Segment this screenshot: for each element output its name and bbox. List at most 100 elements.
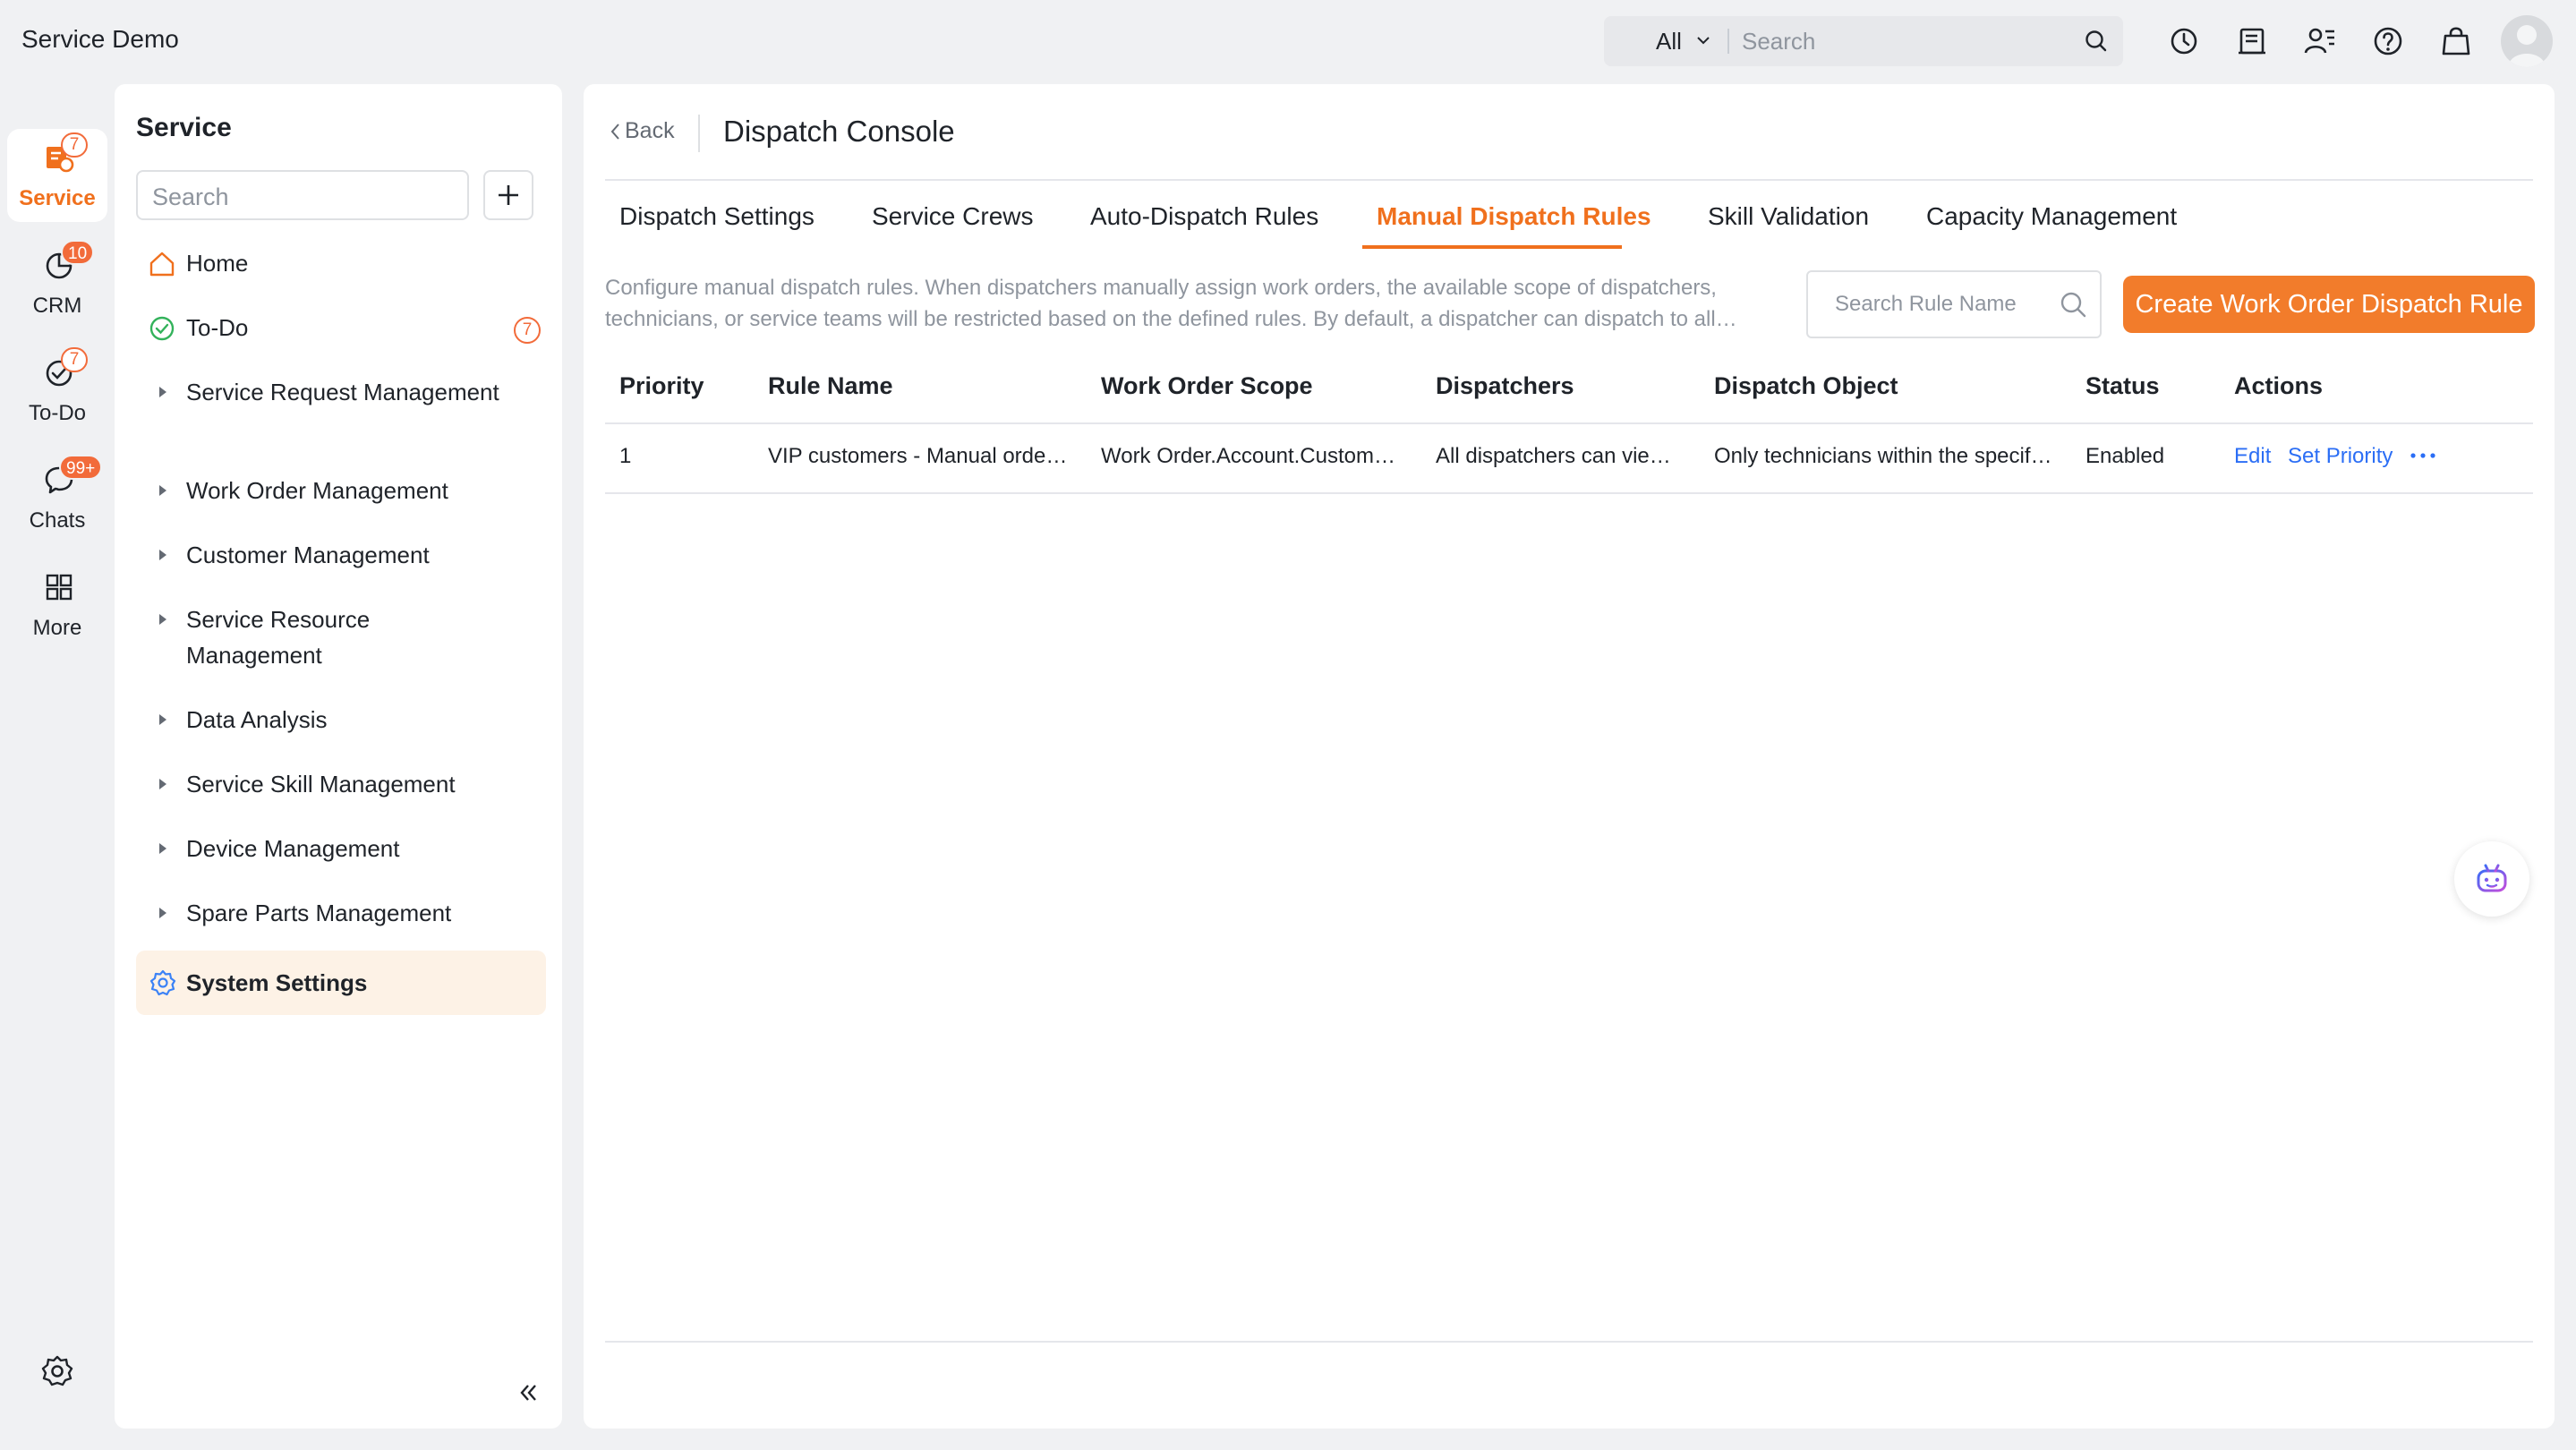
store-icon[interactable] xyxy=(2438,23,2474,59)
cell-dispatchers: All dispatchers can vie… xyxy=(1436,444,1671,468)
rail-label-chats: Chats xyxy=(29,508,86,533)
sidebar-item-service-skill-management[interactable]: Service Skill Management xyxy=(136,766,546,802)
robot-icon xyxy=(2477,864,2507,892)
sidebar-item-label: Service Request Management xyxy=(186,379,499,405)
sidebar-item-device-management[interactable]: Device Management xyxy=(136,831,546,866)
column-header-rule-name: Rule Name xyxy=(768,372,893,399)
history-icon[interactable] xyxy=(2166,23,2202,59)
sidebar-item-label: Device Management xyxy=(186,835,400,862)
table-footer-divider xyxy=(605,1341,2533,1343)
divider xyxy=(1727,29,1729,54)
notes-icon[interactable] xyxy=(2234,23,2270,59)
table-row-divider xyxy=(605,492,2533,494)
service-badge: 7 xyxy=(61,132,88,158)
rail-item-todo[interactable]: 7 To-Do xyxy=(7,344,107,437)
sidebar-item-label: Work Order Management xyxy=(186,477,448,504)
ai-assistant-button[interactable] xyxy=(2454,841,2529,917)
service-sidebar: Service Search Home To-Do 7 Service Requ… xyxy=(115,84,562,1429)
column-header-priority: Priority xyxy=(619,372,704,399)
tab-service-crews[interactable]: Service Crews xyxy=(872,202,1033,231)
caret-right-icon xyxy=(159,714,166,725)
sidebar-item-customer-management[interactable]: Customer Management xyxy=(136,537,546,573)
sidebar-item-work-order-management[interactable]: Work Order Management xyxy=(136,473,546,508)
sidebar-item-service-request-management[interactable]: Service Request Management xyxy=(136,374,546,448)
sidebar-title: Service xyxy=(136,113,232,142)
caret-right-icon xyxy=(159,387,166,397)
sidebar-item-label: System Settings xyxy=(186,969,368,996)
main-panel: Back Dispatch Console Dispatch Settings … xyxy=(584,84,2555,1429)
check-circle-icon xyxy=(149,316,175,341)
sidebar-item-spare-parts-management[interactable]: Spare Parts Management xyxy=(136,895,546,931)
column-header-dispatch-object: Dispatch Object xyxy=(1714,372,1898,399)
search-scope-select[interactable]: All xyxy=(1656,28,1682,55)
user-icon xyxy=(2508,25,2546,67)
caret-right-icon xyxy=(159,485,166,496)
global-search[interactable]: All Search xyxy=(1604,16,2123,66)
column-header-status: Status xyxy=(2086,372,2160,399)
cell-status: Enabled xyxy=(2086,444,2165,468)
rail-item-crm[interactable]: 10 CRM xyxy=(7,236,107,329)
settings-gear-icon[interactable] xyxy=(39,1353,75,1389)
app-name: Service Demo xyxy=(21,25,179,53)
crm-badge: 10 xyxy=(61,240,95,265)
column-header-work-order-scope: Work Order Scope xyxy=(1101,372,1313,399)
rail-label-crm: CRM xyxy=(32,294,82,318)
create-dispatch-rule-button[interactable]: Create Work Order Dispatch Rule xyxy=(2123,276,2535,333)
grid-icon xyxy=(46,574,73,601)
home-icon xyxy=(149,252,175,277)
sidebar-item-data-analysis[interactable]: Data Analysis xyxy=(136,702,546,738)
set-priority-link[interactable]: Set Priority xyxy=(2288,444,2393,469)
rail-label-todo: To-Do xyxy=(28,401,87,425)
rail-label-service: Service xyxy=(19,186,96,210)
cell-rule-name: VIP customers - Manual orde… xyxy=(768,444,1068,468)
edit-link[interactable]: Edit xyxy=(2234,444,2271,469)
header-divider xyxy=(698,115,700,152)
plus-icon xyxy=(499,185,518,205)
cell-work-order-scope: Work Order.Account.Custom… xyxy=(1101,444,1395,468)
chats-badge: 99+ xyxy=(59,455,103,480)
sidebar-item-service-resource-management[interactable]: Service Resource Management xyxy=(136,601,546,675)
avatar[interactable] xyxy=(2501,15,2553,67)
tab-capacity-management[interactable]: Capacity Management xyxy=(1926,202,2177,231)
help-icon[interactable] xyxy=(2370,23,2406,59)
sidebar-item-label: Customer Management xyxy=(186,542,430,568)
cell-priority: 1 xyxy=(619,444,632,468)
collapse-sidebar-icon[interactable] xyxy=(516,1380,541,1405)
sidebar-search-placeholder: Search xyxy=(152,183,229,210)
rule-search-placeholder: Search Rule Name xyxy=(1835,292,2017,316)
global-search-input[interactable]: Search xyxy=(1742,28,1815,55)
tab-skill-validation[interactable]: Skill Validation xyxy=(1708,202,1869,231)
active-tab-indicator xyxy=(1362,245,1622,249)
rail-item-chats[interactable]: 99+ Chats xyxy=(7,451,107,544)
tab-auto-dispatch-rules[interactable]: Auto-Dispatch Rules xyxy=(1090,202,1318,231)
rule-name-search-input[interactable]: Search Rule Name xyxy=(1806,270,2102,338)
caret-right-icon xyxy=(159,908,166,918)
caret-right-icon xyxy=(159,779,166,789)
sidebar-item-label: Service Resource Management xyxy=(186,606,371,669)
rail-item-more[interactable]: More xyxy=(7,559,107,652)
column-header-actions: Actions xyxy=(2234,372,2324,399)
more-actions-icon[interactable] xyxy=(2410,451,2436,460)
tab-manual-dispatch-rules[interactable]: Manual Dispatch Rules xyxy=(1377,202,1651,231)
sidebar-item-home[interactable]: Home xyxy=(136,245,546,281)
sidebar-item-label: Data Analysis xyxy=(186,706,328,733)
back-label: Back xyxy=(625,118,675,143)
sidebar-item-label: Spare Parts Management xyxy=(186,900,452,926)
sidebar-search-input[interactable]: Search xyxy=(136,170,469,220)
header-divider-line xyxy=(605,179,2533,181)
caret-right-icon xyxy=(159,614,166,625)
sidebar-item-label: Home xyxy=(186,250,249,277)
contacts-icon[interactable] xyxy=(2302,23,2338,59)
chevron-left-icon xyxy=(610,124,619,140)
search-icon[interactable] xyxy=(2084,29,2109,54)
tab-dispatch-settings[interactable]: Dispatch Settings xyxy=(619,202,815,231)
sidebar-item-system-settings[interactable]: System Settings xyxy=(136,951,546,1015)
gear-icon xyxy=(149,969,176,996)
rail-item-service[interactable]: 7 Service xyxy=(7,129,107,222)
caret-right-icon xyxy=(159,843,166,854)
rail-label-more: More xyxy=(32,616,82,640)
rules-description: Configure manual dispatch rules. When di… xyxy=(605,276,1737,331)
caret-right-icon xyxy=(159,550,166,560)
add-button[interactable] xyxy=(483,170,533,220)
sidebar-item-todo[interactable]: To-Do 7 xyxy=(136,310,546,345)
